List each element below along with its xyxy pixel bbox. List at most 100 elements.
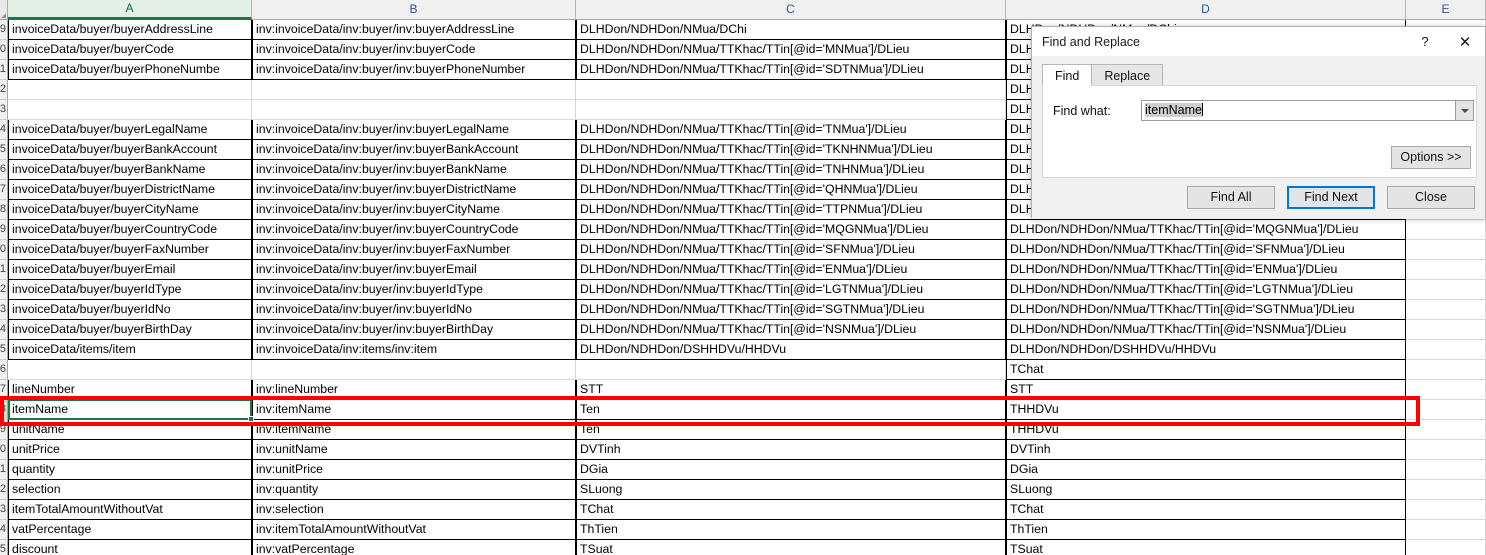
cell-A22[interactable]: invoiceData/buyer/buyerIdType <box>8 280 252 300</box>
cell-B20[interactable]: inv:invoiceData/inv:buyer/inv:buyerFaxNu… <box>252 240 576 260</box>
cell-C15[interactable]: DLHDon/NDHDon/NMua/TTKhac/TTin[@id='TKNH… <box>576 140 1006 160</box>
cell-C26[interactable] <box>576 360 1006 380</box>
cell-D27[interactable]: STT <box>1006 380 1406 400</box>
cell-B16[interactable]: inv:invoiceData/inv:buyer/inv:buyerBankN… <box>252 160 576 180</box>
row-header[interactable]: 17 <box>0 180 8 200</box>
cell-C22[interactable]: DLHDon/NDHDon/NMua/TTKhac/TTin[@id='LGTN… <box>576 280 1006 300</box>
cell-E30[interactable] <box>1406 440 1486 460</box>
tab-find[interactable]: Find <box>1042 64 1093 86</box>
cell-A34[interactable]: vatPercentage <box>8 520 252 540</box>
cell-D35[interactable]: TSuat <box>1006 540 1406 555</box>
row-header[interactable]: 19 <box>0 220 8 240</box>
cell-A26[interactable] <box>8 360 252 380</box>
row-header[interactable]: 12 <box>0 80 8 100</box>
cell-A23[interactable]: invoiceData/buyer/buyerIdNo <box>8 300 252 320</box>
cell-C25[interactable]: DLHDon/NDHDon/DSHHDVu/HHDVu <box>576 340 1006 360</box>
row-header[interactable]: 20 <box>0 240 8 260</box>
row-header[interactable]: 15 <box>0 140 8 160</box>
cell-A9[interactable]: invoiceData/buyer/buyerAddressLine <box>8 20 252 40</box>
cell-A17[interactable]: invoiceData/buyer/buyerDistrictName <box>8 180 252 200</box>
cell-C34[interactable]: ThTien <box>576 520 1006 540</box>
cell-A35[interactable]: discount <box>8 540 252 555</box>
cell-A21[interactable]: invoiceData/buyer/buyerEmail <box>8 260 252 280</box>
cell-C31[interactable]: DGia <box>576 460 1006 480</box>
cell-B14[interactable]: inv:invoiceData/inv:buyer/inv:buyerLegal… <box>252 120 576 140</box>
row-header[interactable]: 35 <box>0 540 8 555</box>
row-header[interactable]: 23 <box>0 300 8 320</box>
cell-C18[interactable]: DLHDon/NDHDon/NMua/TTKhac/TTin[@id='TTPN… <box>576 200 1006 220</box>
row-header[interactable]: 13 <box>0 100 8 120</box>
cell-A24[interactable]: invoiceData/buyer/buyerBirthDay <box>8 320 252 340</box>
cell-A10[interactable]: invoiceData/buyer/buyerCode <box>8 40 252 60</box>
row-header[interactable]: 30 <box>0 440 8 460</box>
row-header[interactable]: 34 <box>0 520 8 540</box>
cell-E25[interactable] <box>1406 340 1486 360</box>
cell-B28[interactable]: inv:itemName <box>252 400 576 420</box>
cell-E28[interactable] <box>1406 400 1486 420</box>
row-header[interactable]: 26 <box>0 360 8 380</box>
row-header[interactable]: 33 <box>0 500 8 520</box>
cell-C14[interactable]: DLHDon/NDHDon/NMua/TTKhac/TTin[@id='TNMu… <box>576 120 1006 140</box>
cell-E19[interactable] <box>1406 220 1486 240</box>
cell-C19[interactable]: DLHDon/NDHDon/NMua/TTKhac/TTin[@id='MQGN… <box>576 220 1006 240</box>
cell-C20[interactable]: DLHDon/NDHDon/NMua/TTKhac/TTin[@id='SFNM… <box>576 240 1006 260</box>
cell-C35[interactable]: TSuat <box>576 540 1006 555</box>
column-header-d[interactable]: D <box>1006 0 1406 20</box>
cell-C9[interactable]: DLHDon/NDHDon/NMua/DChi <box>576 20 1006 40</box>
cell-B25[interactable]: inv:invoiceData/inv:items/inv:item <box>252 340 576 360</box>
row-header[interactable]: 24 <box>0 320 8 340</box>
help-icon[interactable]: ? <box>1405 28 1445 56</box>
cell-E33[interactable] <box>1406 500 1486 520</box>
cell-B12[interactable] <box>252 80 576 100</box>
chevron-down-icon[interactable] <box>1456 100 1474 121</box>
cell-B30[interactable]: inv:unitName <box>252 440 576 460</box>
cell-D34[interactable]: ThTien <box>1006 520 1406 540</box>
find-what-input[interactable]: itemName <box>1141 100 1456 121</box>
row-header[interactable]: 9 <box>0 20 8 40</box>
cell-B9[interactable]: inv:invoiceData/inv:buyer/inv:buyerAddre… <box>252 20 576 40</box>
cell-E35[interactable] <box>1406 540 1486 555</box>
cell-E32[interactable] <box>1406 480 1486 500</box>
cell-B32[interactable]: inv:quantity <box>252 480 576 500</box>
cell-B10[interactable]: inv:invoiceData/inv:buyer/inv:buyerCode <box>252 40 576 60</box>
cell-C29[interactable]: Ten <box>576 420 1006 440</box>
cell-B27[interactable]: inv:lineNumber <box>252 380 576 400</box>
cell-B19[interactable]: inv:invoiceData/inv:buyer/inv:buyerCount… <box>252 220 576 240</box>
cell-C10[interactable]: DLHDon/NDHDon/NMua/TTKhac/TTin[@id='MNMu… <box>576 40 1006 60</box>
cell-E24[interactable] <box>1406 320 1486 340</box>
cell-C11[interactable]: DLHDon/NDHDon/NMua/TTKhac/TTin[@id='SDTN… <box>576 60 1006 80</box>
cell-B23[interactable]: inv:invoiceData/inv:buyer/inv:buyerIdNo <box>252 300 576 320</box>
cell-A33[interactable]: itemTotalAmountWithoutVat <box>8 500 252 520</box>
cell-A14[interactable]: invoiceData/buyer/buyerLegalName <box>8 120 252 140</box>
row-header[interactable]: 25 <box>0 340 8 360</box>
row-header[interactable]: 21 <box>0 260 8 280</box>
cell-B15[interactable]: inv:invoiceData/inv:buyer/inv:buyerBankA… <box>252 140 576 160</box>
column-header-e[interactable]: E <box>1406 0 1486 20</box>
column-header-b[interactable]: B <box>252 0 576 20</box>
cell-E21[interactable] <box>1406 260 1486 280</box>
row-header[interactable]: 11 <box>0 60 8 80</box>
cell-D23[interactable]: DLHDon/NDHDon/NMua/TTKhac/TTin[@id='SGTN… <box>1006 300 1406 320</box>
cell-D19[interactable]: DLHDon/NDHDon/NMua/TTKhac/TTin[@id='MQGN… <box>1006 220 1406 240</box>
dialog-title-bar[interactable]: Find and Replace ? ✕ <box>1032 27 1485 56</box>
cell-A32[interactable]: selection <box>8 480 252 500</box>
cell-D31[interactable]: DGia <box>1006 460 1406 480</box>
cell-A13[interactable] <box>8 100 252 120</box>
cell-E26[interactable] <box>1406 360 1486 380</box>
cell-A29[interactable]: unitName <box>8 420 252 440</box>
find-all-button[interactable]: Find All <box>1187 186 1275 209</box>
cell-A11[interactable]: invoiceData/buyer/buyerPhoneNumbe <box>8 60 252 80</box>
row-header[interactable]: 16 <box>0 160 8 180</box>
cell-C21[interactable]: DLHDon/NDHDon/NMua/TTKhac/TTin[@id='ENMu… <box>576 260 1006 280</box>
cell-A15[interactable]: invoiceData/buyer/buyerBankAccount <box>8 140 252 160</box>
cell-B24[interactable]: inv:invoiceData/inv:buyer/inv:buyerBirth… <box>252 320 576 340</box>
cell-C30[interactable]: DVTinh <box>576 440 1006 460</box>
cell-D30[interactable]: DVTinh <box>1006 440 1406 460</box>
cell-A27[interactable]: lineNumber <box>8 380 252 400</box>
cell-C32[interactable]: SLuong <box>576 480 1006 500</box>
cell-A12[interactable] <box>8 80 252 100</box>
cell-A16[interactable]: invoiceData/buyer/buyerBankName <box>8 160 252 180</box>
column-header-c[interactable]: C <box>576 0 1006 20</box>
cell-B21[interactable]: inv:invoiceData/inv:buyer/inv:buyerEmail <box>252 260 576 280</box>
cell-B18[interactable]: inv:invoiceData/inv:buyer/inv:buyerCityN… <box>252 200 576 220</box>
